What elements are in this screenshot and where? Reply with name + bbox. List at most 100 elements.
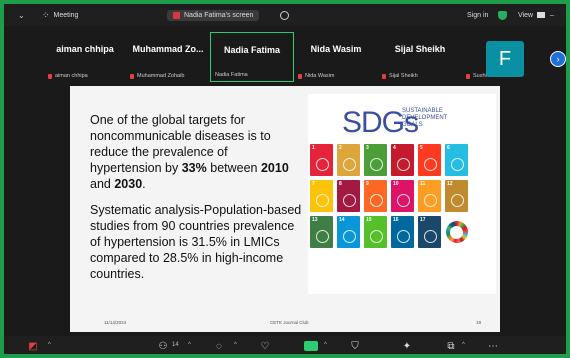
share-label: Nadia Fatima's screen [184, 11, 254, 19]
people-icon: ⚇ [158, 340, 168, 352]
minimize-icon: – [550, 11, 554, 19]
meeting-label: Meeting [53, 11, 79, 19]
sdg-goal-tile: 6 [445, 144, 468, 176]
sdg-goal-number: 8 [339, 181, 342, 187]
sdg-goal-tile: 9 [364, 180, 387, 212]
grid-icon: ⁘ [42, 9, 50, 20]
share-screen-button[interactable] [300, 338, 322, 354]
more-icon: ⋯ [488, 340, 498, 352]
sdg-goal-tile: 17 [418, 216, 441, 248]
chat-icon: ◌ [216, 340, 222, 352]
participants-options-caret[interactable]: ^ [188, 342, 191, 348]
sdg-goal-number: 4 [393, 145, 396, 151]
meeting-window: ⌄ ⁘ Meeting Nadia Fatima's screen Sign i… [0, 0, 570, 358]
view-button[interactable]: View [518, 4, 546, 26]
participants-count: 14 [172, 342, 179, 348]
sdg-goal-tile: 3 [364, 144, 387, 176]
slide-footer-page: 18 [476, 320, 482, 325]
participant-name: Sijal Sheikh [394, 44, 446, 54]
sdg-graphic: SDGs SUSTAINABLE DEVELOPMENT GOALS 1234567… [308, 94, 496, 294]
slide-footer-title: CETE Journal Club [270, 320, 309, 325]
sdg-goal-number: 7 [312, 181, 315, 187]
sdg-goal-number: 17 [420, 217, 426, 223]
sdg-goal-tile: 5 [418, 144, 441, 176]
sdg-goal-number: 13 [312, 217, 318, 223]
sdg-goal-number: 16 [393, 217, 399, 223]
chat-button[interactable]: ◌ [208, 338, 230, 354]
sdg-goal-number: 3 [366, 145, 369, 151]
participant-name: aiman chhipa [56, 44, 114, 54]
react-button[interactable]: ♡ [254, 338, 276, 354]
mic-muted-icon [130, 73, 134, 79]
sdg-goal-number: 1 [312, 145, 315, 151]
bottom-toolbar: ◩ ^ ⚇ 14 ^ ◌ ^ ♡ ^ ⛉ ✦ ⧉ ^ ⋯ [4, 336, 566, 354]
slide-footer-date: 11/14/2024 [104, 320, 127, 325]
sdg-goal-tile: 8 [337, 180, 360, 212]
chevron-right-icon: › [556, 54, 560, 64]
mic-muted-icon [298, 73, 302, 79]
meeting-menu[interactable]: ⁘ Meeting [42, 4, 78, 26]
shared-screen-slide: One of the global targets for noncommuni… [70, 86, 500, 332]
participant-name: Nida Wasim [310, 44, 362, 54]
video-off-icon: ◩ [28, 340, 38, 352]
minimize-button[interactable]: – [550, 4, 554, 26]
sdg-goal-number: 9 [366, 181, 369, 187]
sdg-wheel-logo [445, 216, 468, 248]
video-off-button[interactable]: ◩ [22, 338, 44, 354]
sparkle-icon: ✦ [402, 340, 412, 352]
sdg-goal-tile: 10 [391, 180, 414, 212]
sdg-goal-number: 6 [447, 145, 450, 151]
share-options-caret[interactable]: ^ [324, 342, 327, 348]
sdg-goal-tile: 16 [391, 216, 414, 248]
host-tools-button[interactable]: ⛉ [344, 338, 366, 354]
sdg-goal-number: 12 [447, 181, 453, 187]
participant-tile[interactable]: aiman chhipa aiman chhipa [44, 32, 126, 82]
next-participants-button[interactable]: › [550, 51, 566, 67]
share-options-button[interactable] [280, 4, 289, 26]
share-screen-icon [304, 341, 318, 351]
screen-share-tag[interactable]: Nadia Fatima's screen [167, 4, 260, 26]
apps-options-caret[interactable]: ^ [462, 342, 465, 348]
sign-in-button[interactable]: Sign in [467, 4, 488, 26]
sdg-goal-number: 14 [339, 217, 345, 223]
sdg-goal-number: 5 [420, 145, 423, 151]
screen-share-icon [173, 11, 180, 19]
sign-in-label: Sign in [467, 11, 489, 19]
sdg-goal-tile: 15 [364, 216, 387, 248]
sdg-logo-subtitle: SUSTAINABLE DEVELOPMENT GOALS [402, 108, 448, 128]
participant-label: aiman chhipa [48, 73, 88, 79]
more-button[interactable]: ⋯ [482, 338, 504, 354]
participant-tile[interactable]: Sijal Sheikh Sijal Sheikh [378, 32, 462, 82]
participant-name: Muhammad Zo... [132, 44, 204, 54]
heart-icon: ♡ [260, 340, 270, 352]
participant-tile-active[interactable]: Nadia Fatima Nadia Fatima [210, 32, 294, 82]
avatar: F [486, 41, 524, 77]
sdg-goal-tile: 12 [445, 180, 468, 212]
menu-dropdown[interactable]: ⌄ [18, 4, 25, 26]
sdg-goal-tile: 13 [310, 216, 333, 248]
security-shield[interactable] [498, 4, 507, 26]
video-options-caret[interactable]: ^ [48, 342, 51, 348]
sdg-goal-number: 11 [420, 181, 426, 187]
chat-options-caret[interactable]: ^ [234, 342, 237, 348]
participant-label: Nida Wasim [298, 73, 334, 79]
mic-muted-icon [48, 73, 52, 79]
apps-button[interactable]: ⧉ [440, 338, 462, 354]
chevron-down-icon: ⌄ [18, 10, 25, 20]
sdg-goal-number: 2 [339, 145, 342, 151]
sdg-goal-tile: 2 [337, 144, 360, 176]
minus-circle-icon [280, 10, 289, 20]
shield-icon: ⛉ [351, 340, 359, 352]
mic-muted-icon [382, 73, 386, 79]
participant-tile[interactable]: Muhammad Zo... Muhammad Zohaib [126, 32, 210, 82]
view-label: View [518, 11, 534, 19]
view-grid-icon [537, 12, 546, 18]
participant-label: Sijal Sheikh [382, 73, 418, 79]
participant-tile[interactable]: Nida Wasim Nida Wasim [294, 32, 378, 82]
sdg-goal-tile: 7 [310, 180, 333, 212]
sdg-goal-tile: 11 [418, 180, 441, 212]
sdg-goal-tile: 14 [337, 216, 360, 248]
participant-strip: aiman chhipa aiman chhipa Muhammad Zo...… [4, 26, 566, 86]
participants-button[interactable]: ⚇ [152, 338, 174, 354]
ai-companion-button[interactable]: ✦ [396, 338, 418, 354]
